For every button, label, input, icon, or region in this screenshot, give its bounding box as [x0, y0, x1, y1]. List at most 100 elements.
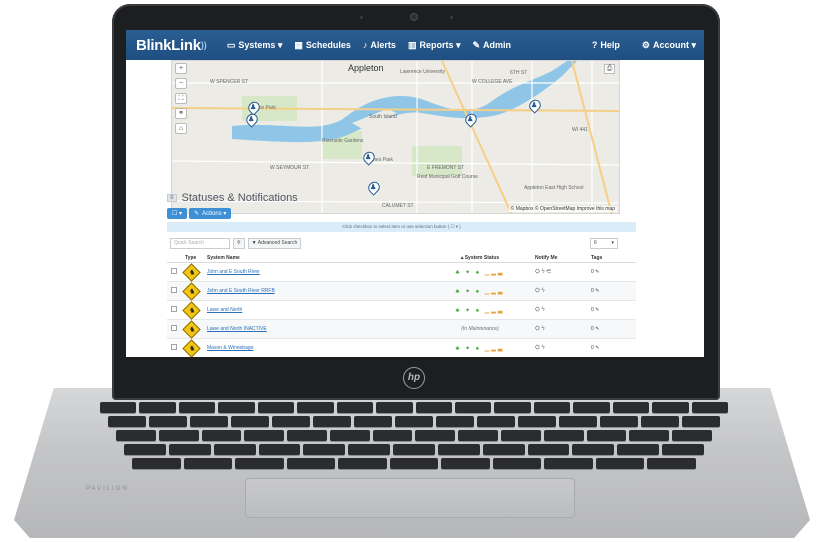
nav-help[interactable]: ? Help: [592, 40, 620, 51]
bell-icon: ♪: [362, 39, 368, 50]
keyboard-key: [116, 430, 156, 441]
search-icon[interactable]: ⚲: [233, 238, 245, 249]
system-marker[interactable]: ♟: [243, 111, 261, 128]
fullscreen-icon[interactable]: ⛶: [175, 93, 187, 104]
advanced-search-button[interactable]: ▼ Advanced Search: [247, 238, 302, 249]
map-label: W SEYMOUR ST: [270, 165, 310, 171]
keyboard-row: [124, 444, 704, 455]
collapse-toggle[interactable]: ≡: [167, 194, 177, 202]
pedestrian-sign-icon: ♞: [182, 281, 201, 301]
table-row[interactable]: ♞ Lawe and North ♣ ✦ ♠ ▁▂▃ ⛭ ϟ 0 ✎: [167, 300, 636, 320]
row-checkbox[interactable]: [171, 287, 177, 293]
webcam-icon: [410, 13, 418, 21]
keyboard-key: [313, 416, 351, 427]
nav-alerts[interactable]: ♪ Alerts: [363, 40, 396, 50]
system-link[interactable]: Lawe and North: [207, 307, 242, 313]
nav-reports[interactable]: ▥ Reports ▾: [408, 40, 461, 51]
nav-schedules[interactable]: ▦ Schedules: [294, 40, 351, 50]
actions-button-label: Actions ▾: [202, 211, 227, 217]
keyboard-key: [415, 402, 452, 413]
col-tags[interactable]: Tags: [579, 255, 619, 261]
row-checkbox[interactable]: [171, 344, 177, 350]
touchpad: [245, 478, 575, 518]
row-checkbox[interactable]: [171, 306, 177, 312]
keyboard-row: [108, 416, 720, 427]
nav-systems-label: Systems ▾: [238, 39, 283, 50]
map-label: W COLLEGE AVE: [472, 79, 513, 85]
col-system-status[interactable]: ▴ System Status: [437, 255, 523, 261]
map-label: W SPENCER ST: [210, 79, 249, 85]
system-status-icons: ♣ ✦ ♠ ▁▂▃: [455, 345, 505, 352]
zoom-in-icon[interactable]: +: [175, 63, 187, 74]
pedestrian-sign-icon: ♞: [182, 262, 201, 282]
table-row[interactable]: ♞ John and E South River RRFB ♣ ✦ ♠ ▁▂▃ …: [167, 281, 636, 301]
keyboard-key: [477, 416, 515, 427]
layers-icon[interactable]: ⚭: [175, 108, 187, 119]
keyboard-row: [116, 430, 712, 441]
notify-icons[interactable]: ⛭ ϟ: [523, 307, 579, 314]
keyboard-key: [272, 416, 310, 427]
quick-search-input[interactable]: Quick Search: [170, 238, 230, 249]
system-link[interactable]: Mason & Winnebago: [207, 345, 253, 351]
col-system-name[interactable]: System Name: [207, 255, 437, 261]
notify-icons[interactable]: ⛭ ϟ: [523, 288, 579, 295]
tags-value[interactable]: 0 ✎: [579, 307, 619, 313]
system-link[interactable]: John and E South River: [207, 269, 260, 275]
zoom-out-icon[interactable]: −: [175, 78, 187, 89]
col-type[interactable]: Type: [185, 255, 207, 261]
notify-icons[interactable]: ⛭ ϟ: [523, 326, 579, 333]
nav-reports-label: Reports ▾: [419, 39, 461, 50]
system-marker[interactable]: ♟: [360, 149, 378, 166]
table-row[interactable]: ♞ Lawe and North INACTIVE (In Maintenanc…: [167, 319, 636, 339]
keyboard-key: [218, 402, 255, 413]
systems-map[interactable]: + − ⛶ ⚭ ⌂ ⎙ Appleton W SPENCER ST Pierce…: [171, 60, 620, 214]
tags-value[interactable]: 0 ✎: [579, 269, 619, 275]
map-label-city: Appleton: [348, 63, 384, 73]
row-checkbox[interactable]: [171, 268, 177, 274]
tags-value[interactable]: 0 ✎: [579, 326, 619, 332]
home-icon[interactable]: ⌂: [175, 123, 187, 134]
keyboard-key: [329, 430, 370, 441]
keyboard-key: [573, 402, 610, 413]
nav-systems[interactable]: ▭ Systems ▾: [227, 40, 283, 51]
keyboard-key: [395, 416, 433, 427]
tags-value[interactable]: 0 ✎: [579, 288, 619, 294]
notify-icons[interactable]: ⛭ ϟ: [523, 345, 579, 352]
system-link[interactable]: John and E South River RRFB: [207, 288, 275, 294]
grid-header: Type System Name ▴ System Status Notify …: [167, 253, 636, 263]
tags-value[interactable]: 0 ✎: [579, 345, 619, 351]
print-icon[interactable]: ⎙: [604, 64, 615, 74]
keyboard-key: [492, 458, 542, 469]
nav-account[interactable]: ⚙ Account ▾: [642, 40, 696, 51]
keyboard-key: [501, 430, 541, 441]
advanced-search-label: Advanced Search: [257, 240, 298, 246]
keyboard-key: [527, 444, 570, 455]
row-checkbox[interactable]: [171, 325, 177, 331]
keyboard-key: [482, 444, 525, 455]
map-attribution[interactable]: © Mapbox © OpenStreetMap Improve this ma…: [508, 206, 617, 212]
keyboard-key: [544, 458, 593, 469]
keyboard-key: [494, 402, 531, 413]
actions-button[interactable]: ✎ Actions ▾: [189, 208, 232, 219]
selection-button[interactable]: ☐ ▾: [167, 208, 188, 219]
system-marker[interactable]: ♟: [365, 179, 383, 196]
notify-icons[interactable]: ⛭ ϟ ⚟: [523, 269, 579, 276]
table-row[interactable]: ♞ Mason & Winnebago ♣ ✦ ♠ ▁▂▃ ⛭ ϟ 0 ✎: [167, 338, 636, 357]
keyboard-key: [441, 458, 490, 469]
system-marker[interactable]: ♟: [526, 97, 544, 114]
table-row[interactable]: ♞ John and E South River ♣ ✦ ♠ ▁▂▃ ⛭ ϟ ⚟…: [167, 262, 636, 282]
col-notify-me[interactable]: Notify Me: [523, 255, 579, 261]
system-link[interactable]: Lawe and North INACTIVE: [207, 326, 267, 332]
keyboard-key: [543, 430, 584, 441]
keyboard-key: [100, 402, 137, 413]
keyboard-key: [213, 444, 256, 455]
brand-logo[interactable]: BlinkLink: [136, 37, 201, 54]
map-label: Reid Municipal Golf Course: [417, 174, 478, 180]
system-marker[interactable]: ♟: [462, 111, 480, 128]
nav-admin[interactable]: ✎ Admin: [472, 40, 511, 50]
keyboard-key: [258, 444, 301, 455]
keyboard-key: [415, 430, 456, 441]
page-size-select[interactable]: 6 ▾: [590, 238, 618, 249]
map-label: Appleton East High School: [524, 185, 584, 191]
keyboard-key: [297, 402, 334, 413]
